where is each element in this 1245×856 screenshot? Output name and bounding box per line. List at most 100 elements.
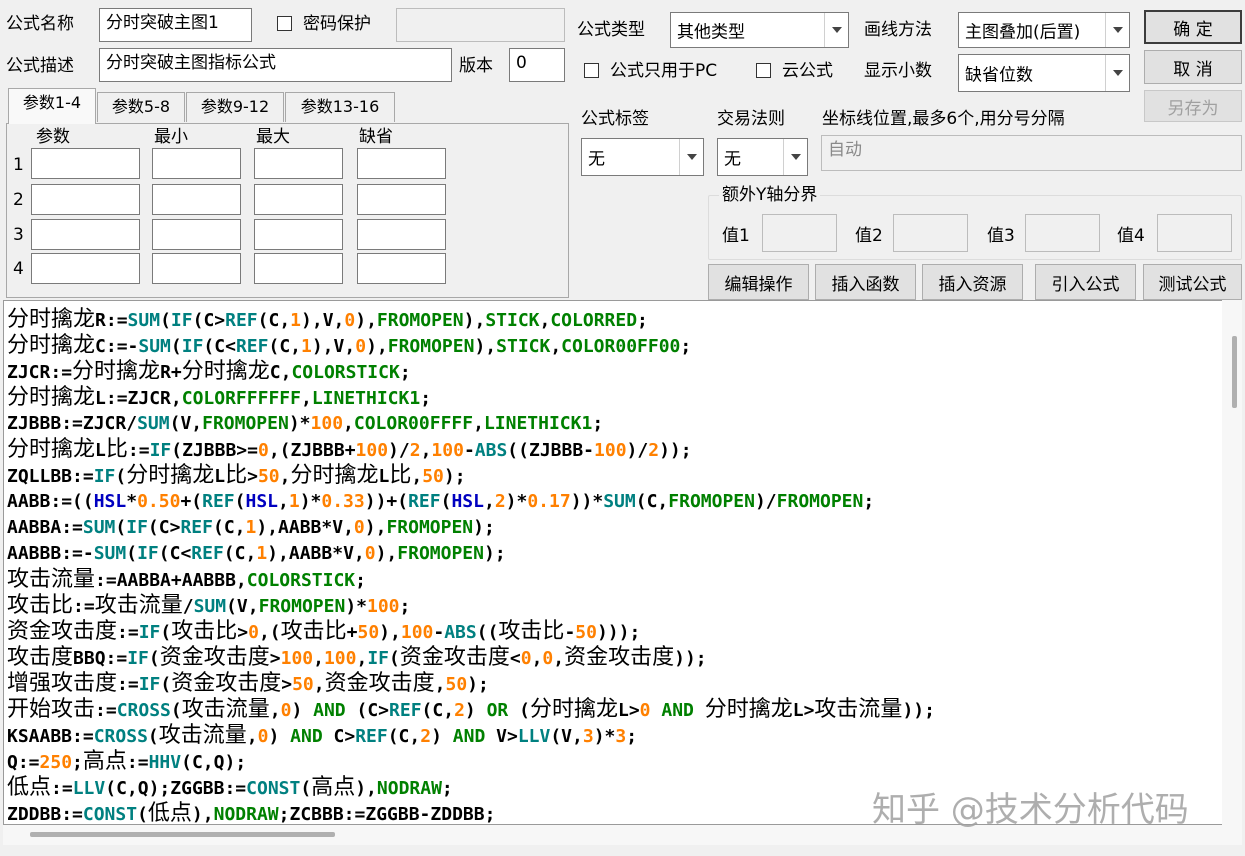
param-row-index: 4 bbox=[13, 259, 24, 279]
param-4-min-input[interactable] bbox=[152, 253, 241, 284]
chevron-down-icon[interactable] bbox=[679, 139, 703, 175]
tab-params-13-16[interactable]: 参数13-16 bbox=[285, 92, 395, 122]
formula-desc-label: 公式描述 bbox=[6, 56, 74, 76]
code-content[interactable]: 分时擒龙R:=SUM(IF(C>REF(C,1),V,0),FROMOPEN),… bbox=[7, 307, 935, 825]
param-2-default-input[interactable] bbox=[357, 184, 446, 215]
decimals-value: 缺省位数 bbox=[965, 65, 1033, 86]
param-row-index: 1 bbox=[13, 155, 24, 175]
chevron-down-icon[interactable] bbox=[1105, 13, 1129, 47]
param-row-index: 3 bbox=[13, 225, 24, 245]
code-line: 增强攻击度:=IF(资金攻击度>50,资金攻击度,50); bbox=[7, 671, 489, 696]
code-line: 分时擒龙R:=SUM(IF(C>REF(C,1),V,0),FROMOPEN),… bbox=[7, 307, 648, 332]
param-3-default-input[interactable] bbox=[357, 219, 446, 250]
val2-label: 值2 bbox=[855, 226, 883, 246]
trade-rule-select[interactable]: 无 bbox=[717, 138, 808, 176]
code-line: ZDDBB:=CONST(低点),NODRAW;ZCBBB:=ZGGBB-ZDD… bbox=[7, 801, 496, 825]
val2-input bbox=[893, 214, 968, 252]
param-1-min-input[interactable] bbox=[152, 148, 241, 179]
formula-name-label: 公式名称 bbox=[6, 14, 74, 34]
code-line: ZJCR:=分时擒龙R+分时擒龙C,COLORSTICK; bbox=[7, 359, 411, 384]
save-as-button: 另存为 bbox=[1144, 90, 1242, 122]
version-label: 版本 bbox=[459, 56, 493, 76]
code-line: 分时擒龙L比:=IF(ZJBBB>=0,(ZJBBB+100)/2,100-AB… bbox=[7, 437, 692, 462]
code-line: ZJBBB:=ZJCR/SUM(V,FROMOPEN)*100,COLOR00F… bbox=[7, 413, 604, 434]
draw-method-label: 画线方法 bbox=[864, 20, 932, 40]
edit-operation-button[interactable]: 编辑操作 bbox=[708, 264, 809, 300]
param-3-max-input[interactable] bbox=[254, 219, 343, 250]
tab-params-1-4[interactable]: 参数1-4 bbox=[8, 88, 96, 124]
param-3-min-input[interactable] bbox=[152, 219, 241, 250]
param-1-max-input[interactable] bbox=[254, 148, 343, 179]
code-line: 攻击比:=攻击流量/SUM(V,FROMOPEN)*100; bbox=[7, 593, 411, 618]
horizontal-scroll-thumb[interactable] bbox=[30, 832, 335, 837]
password-checkbox[interactable] bbox=[277, 16, 292, 31]
axis-position-label: 坐标线位置,最多6个,用分号分隔 bbox=[822, 109, 1065, 129]
password-label: 密码保护 bbox=[303, 14, 371, 34]
param-2-name-input[interactable] bbox=[31, 184, 140, 215]
chevron-down-icon[interactable] bbox=[824, 13, 848, 47]
insert-resource-button[interactable]: 插入资源 bbox=[922, 264, 1023, 300]
tab-params-5-8[interactable]: 参数5-8 bbox=[97, 92, 185, 122]
extra-y-axis-label: 额外Y轴分界 bbox=[719, 185, 821, 205]
draw-method-value: 主图叠加(后置) bbox=[965, 22, 1081, 43]
param-3-name-input[interactable] bbox=[31, 219, 140, 250]
code-line: AABB:=((HSL*0.50+(REF(HSL,1)*0.33))+(REF… bbox=[7, 491, 875, 512]
param-header-max: 最大 bbox=[256, 127, 290, 147]
watermark: 知乎 @技术分析代码 bbox=[872, 790, 1189, 830]
code-line: KSAABB:=CROSS(攻击流量,0) AND C>REF(C,2) AND… bbox=[7, 723, 638, 748]
code-line: 分时擒龙L:=ZJCR,COLORFFFFFF,LINETHICK1; bbox=[7, 385, 432, 410]
draw-method-select[interactable]: 主图叠加(后置) bbox=[958, 12, 1130, 48]
code-line: 低点:=LLV(C,Q);ZGGBB:=CONST(高点),NODRAW; bbox=[7, 775, 453, 800]
cancel-button[interactable]: 取 消 bbox=[1144, 50, 1242, 84]
tag-label: 公式标签 bbox=[581, 109, 649, 129]
code-line: 分时擒龙C:=-SUM(IF(C<REF(C,1),V,0),FROMOPEN)… bbox=[7, 333, 692, 358]
param-4-name-input[interactable] bbox=[31, 253, 140, 284]
formula-name-input[interactable]: 分时突破主图1 bbox=[99, 8, 252, 42]
param-1-name-input[interactable] bbox=[31, 148, 140, 179]
val4-label: 值4 bbox=[1117, 226, 1145, 246]
param-4-max-input[interactable] bbox=[254, 253, 343, 284]
test-formula-button[interactable]: 测试公式 bbox=[1143, 264, 1242, 300]
code-line: ZQLLBB:=IF(分时擒龙L比>50,分时擒龙L比,50); bbox=[7, 463, 466, 488]
param-header-default: 缺省 bbox=[359, 127, 393, 147]
decimals-label: 显示小数 bbox=[864, 61, 932, 81]
tab-params-9-12[interactable]: 参数9-12 bbox=[186, 92, 284, 122]
param-1-default-input[interactable] bbox=[357, 148, 446, 179]
code-line: 攻击度BBQ:=IF(资金攻击度>100,100,IF(资金攻击度<0,0,资金… bbox=[7, 645, 707, 670]
pc-only-label: 公式只用于PC bbox=[610, 61, 718, 81]
code-line: 开始攻击:=CROSS(攻击流量,0) AND (C>REF(C,2) OR (… bbox=[7, 697, 935, 722]
code-line: 资金攻击度:=IF(攻击比>0,(攻击比+50),100-ABS((攻击比-50… bbox=[7, 619, 641, 644]
param-header-name: 参数 bbox=[36, 127, 70, 147]
formula-type-label: 公式类型 bbox=[577, 20, 645, 40]
trade-rule-value: 无 bbox=[724, 149, 741, 170]
import-formula-button[interactable]: 引入公式 bbox=[1035, 264, 1136, 300]
ok-button[interactable]: 确 定 bbox=[1144, 10, 1242, 44]
chevron-down-icon[interactable] bbox=[783, 139, 807, 175]
version-input[interactable]: 0 bbox=[509, 48, 565, 82]
param-2-max-input[interactable] bbox=[254, 184, 343, 215]
formula-type-select[interactable]: 其他类型 bbox=[670, 12, 849, 48]
password-input bbox=[396, 8, 565, 42]
insert-function-button[interactable]: 插入函数 bbox=[815, 264, 916, 300]
axis-position-input: 自动 bbox=[821, 135, 1242, 171]
val1-input bbox=[762, 214, 837, 252]
decimals-select[interactable]: 缺省位数 bbox=[958, 54, 1130, 92]
tag-value: 无 bbox=[588, 149, 605, 170]
val3-label: 值3 bbox=[987, 226, 1015, 246]
formula-type-value: 其他类型 bbox=[677, 22, 745, 43]
val3-input bbox=[1025, 214, 1100, 252]
formula-code-editor[interactable]: 分时擒龙R:=SUM(IF(C>REF(C,1),V,0),FROMOPEN),… bbox=[3, 300, 1233, 825]
param-header-min: 最小 bbox=[154, 127, 188, 147]
chevron-down-icon[interactable] bbox=[1105, 55, 1129, 91]
param-row-index: 2 bbox=[13, 190, 24, 210]
tag-select[interactable]: 无 bbox=[581, 138, 704, 176]
param-4-default-input[interactable] bbox=[357, 253, 446, 284]
vertical-scroll-thumb[interactable] bbox=[1232, 336, 1237, 408]
val4-input bbox=[1157, 214, 1232, 252]
formula-desc-input[interactable]: 分时突破主图指标公式 bbox=[99, 48, 452, 82]
param-2-min-input[interactable] bbox=[152, 184, 241, 215]
cloud-checkbox[interactable] bbox=[756, 63, 771, 78]
pc-only-checkbox[interactable] bbox=[584, 63, 599, 78]
trade-rule-label: 交易法则 bbox=[717, 109, 785, 129]
cloud-label: 云公式 bbox=[782, 61, 833, 81]
